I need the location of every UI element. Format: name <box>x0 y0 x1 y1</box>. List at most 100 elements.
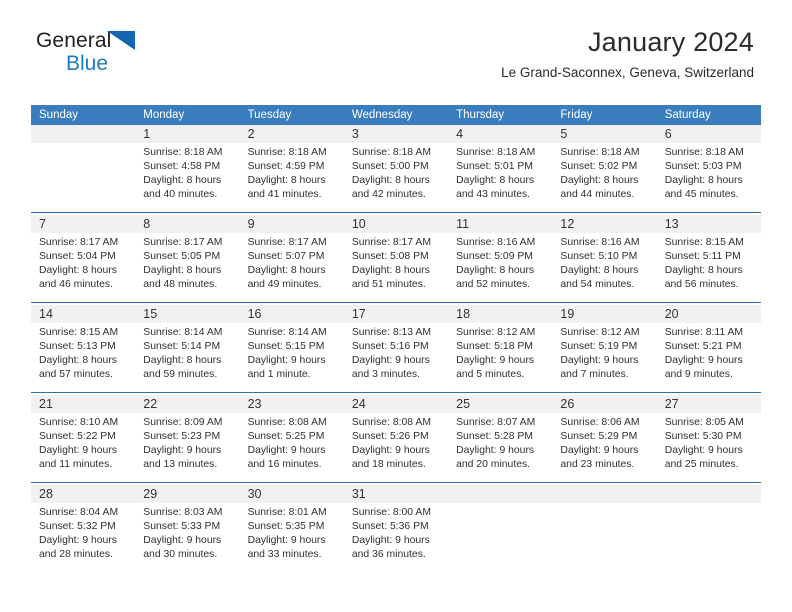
day-cell[interactable]: Sunrise: 8:16 AM Sunset: 5:09 PM Daylight:… <box>448 232 553 303</box>
day-number[interactable]: 19 <box>552 304 657 323</box>
day-sunrise-text: Sunrise: 8:14 AM <box>143 326 223 338</box>
day-number[interactable]: 5 <box>552 125 657 143</box>
day-daylight-text: Daylight: 8 hours <box>143 354 222 366</box>
day-cell[interactable]: Sunrise: 8:08 AM Sunset: 5:25 PM Daylight:… <box>239 412 344 483</box>
day-number-empty <box>552 484 657 503</box>
day-number[interactable]: 4 <box>448 125 553 143</box>
day-sunset-text: Sunset: 5:32 PM <box>39 520 116 532</box>
day-sunrise-text: Sunrise: 8:00 AM <box>351 506 431 518</box>
day-cell[interactable]: Sunrise: 8:17 AM Sunset: 5:07 PM Daylight:… <box>239 232 344 303</box>
day-cell[interactable]: Sunrise: 8:18 AM Sunset: 4:59 PM Daylight:… <box>239 143 344 213</box>
day-cell[interactable]: Sunrise: 8:05 AM Sunset: 5:30 PM Daylight:… <box>656 412 761 483</box>
day-number[interactable]: 1 <box>135 125 240 143</box>
day-number[interactable]: 18 <box>448 304 553 323</box>
day-daylight-text: and 44 minutes. <box>560 189 635 201</box>
logo-text-blue: Blue <box>66 52 109 75</box>
day-number[interactable]: 14 <box>31 304 136 323</box>
day-daylight-text: Daylight: 8 hours <box>351 175 430 187</box>
day-number-row: 7 8 9 10 11 12 13 <box>31 214 761 233</box>
day-sunrise-text: Sunrise: 8:17 AM <box>39 236 119 248</box>
day-cell[interactable]: Sunrise: 8:14 AM Sunset: 5:15 PM Daylight:… <box>239 322 344 393</box>
day-cell[interactable]: Sunrise: 8:18 AM Sunset: 5:01 PM Daylight:… <box>448 143 553 213</box>
day-daylight-text: Daylight: 8 hours <box>143 175 222 187</box>
day-cell[interactable]: Sunrise: 8:07 AM Sunset: 5:28 PM Daylight:… <box>448 412 553 483</box>
day-number[interactable]: 26 <box>552 394 657 413</box>
day-number[interactable]: 31 <box>343 484 449 503</box>
day-number[interactable]: 2 <box>239 125 344 143</box>
day-number[interactable]: 3 <box>343 125 449 143</box>
day-sunset-text: Sunset: 5:19 PM <box>560 340 638 352</box>
day-cell[interactable]: Sunrise: 8:17 AM Sunset: 5:08 PM Daylight:… <box>343 232 449 303</box>
day-number[interactable]: 24 <box>343 394 449 413</box>
day-sunrise-text: Sunrise: 8:08 AM <box>351 416 431 428</box>
day-cell[interactable]: Sunrise: 8:06 AM Sunset: 5:29 PM Daylight:… <box>552 412 657 483</box>
day-cell[interactable]: Sunrise: 8:00 AM Sunset: 5:36 PM Daylight:… <box>343 502 449 572</box>
day-cell[interactable]: Sunrise: 8:15 AM Sunset: 5:11 PM Daylight:… <box>656 232 761 303</box>
day-number[interactable]: 21 <box>31 394 136 413</box>
day-cell[interactable]: Sunrise: 8:10 AM Sunset: 5:22 PM Daylight:… <box>31 412 136 483</box>
day-detail-row: Sunrise: 8:04 AM Sunset: 5:32 PM Daylight:… <box>31 502 761 572</box>
day-cell[interactable]: Sunrise: 8:15 AM Sunset: 5:13 PM Daylight:… <box>31 322 136 393</box>
day-number[interactable]: 10 <box>343 214 449 233</box>
day-cell[interactable]: Sunrise: 8:12 AM Sunset: 5:18 PM Daylight:… <box>448 322 553 393</box>
day-daylight-text: and 48 minutes. <box>143 279 218 291</box>
day-number[interactable]: 22 <box>135 394 240 413</box>
day-daylight-text: and 23 minutes. <box>560 458 635 470</box>
day-number-row: 21 22 23 24 25 26 27 <box>31 394 761 413</box>
day-cell[interactable]: Sunrise: 8:09 AM Sunset: 5:23 PM Daylight:… <box>135 412 240 483</box>
day-sunset-text: Sunset: 5:13 PM <box>39 340 116 352</box>
day-detail-row: Sunrise: 8:18 AM Sunset: 4:58 PM Daylight:… <box>31 143 761 213</box>
day-cell[interactable]: Sunrise: 8:14 AM Sunset: 5:14 PM Daylight:… <box>135 322 240 393</box>
day-daylight-text: and 54 minutes. <box>560 279 635 291</box>
day-number[interactable]: 20 <box>656 304 761 323</box>
day-number[interactable]: 17 <box>343 304 449 323</box>
day-number-row: 28 29 30 31 <box>31 484 761 503</box>
day-cell[interactable]: Sunrise: 8:18 AM Sunset: 4:58 PM Daylight:… <box>135 143 240 213</box>
day-sunset-text: Sunset: 5:33 PM <box>143 520 221 532</box>
day-number-empty <box>31 125 136 143</box>
day-cell[interactable]: Sunrise: 8:13 AM Sunset: 5:16 PM Daylight:… <box>343 322 449 393</box>
day-number[interactable]: 8 <box>135 214 240 233</box>
day-number[interactable]: 30 <box>239 484 344 503</box>
day-number[interactable]: 23 <box>239 394 344 413</box>
day-number[interactable]: 15 <box>135 304 240 323</box>
day-number[interactable]: 28 <box>31 484 136 503</box>
day-cell[interactable]: Sunrise: 8:18 AM Sunset: 5:03 PM Daylight:… <box>656 143 761 213</box>
day-number[interactable]: 9 <box>239 214 344 233</box>
day-number[interactable]: 27 <box>656 394 761 413</box>
day-daylight-text: Daylight: 8 hours <box>143 265 222 277</box>
day-cell[interactable]: Sunrise: 8:12 AM Sunset: 5:19 PM Daylight:… <box>552 322 657 393</box>
day-cell[interactable]: Sunrise: 8:11 AM Sunset: 5:21 PM Daylight:… <box>656 322 761 393</box>
day-cell[interactable]: Sunrise: 8:04 AM Sunset: 5:32 PM Daylight:… <box>31 502 136 572</box>
day-number[interactable]: 12 <box>552 214 657 233</box>
day-sunrise-text: Sunrise: 8:17 AM <box>143 236 223 248</box>
day-number[interactable]: 7 <box>31 214 136 233</box>
day-number[interactable]: 25 <box>448 394 553 413</box>
day-cell[interactable]: Sunrise: 8:08 AM Sunset: 5:26 PM Daylight:… <box>343 412 449 483</box>
day-number[interactable]: 13 <box>656 214 761 233</box>
day-number[interactable]: 11 <box>448 214 553 233</box>
day-cell[interactable]: Sunrise: 8:03 AM Sunset: 5:33 PM Daylight:… <box>135 502 240 572</box>
day-number[interactable]: 6 <box>656 125 761 143</box>
title-block: January 2024 Le Grand-Saconnex, Geneva, … <box>501 26 754 81</box>
day-cell[interactable]: Sunrise: 8:18 AM Sunset: 5:02 PM Daylight:… <box>552 143 657 213</box>
day-daylight-text: and 41 minutes. <box>247 189 322 201</box>
day-cell[interactable]: Sunrise: 8:01 AM Sunset: 5:35 PM Daylight:… <box>239 502 344 572</box>
day-cell[interactable]: Sunrise: 8:17 AM Sunset: 5:04 PM Daylight:… <box>31 232 136 303</box>
day-sunset-text: Sunset: 4:58 PM <box>143 161 221 173</box>
day-cell[interactable]: Sunrise: 8:18 AM Sunset: 5:00 PM Daylight:… <box>343 143 449 213</box>
day-cell-empty <box>656 502 761 572</box>
day-daylight-text: Daylight: 8 hours <box>560 175 639 187</box>
day-daylight-text: and 5 minutes. <box>456 369 525 381</box>
day-cell[interactable]: Sunrise: 8:17 AM Sunset: 5:05 PM Daylight:… <box>135 232 240 303</box>
day-daylight-text: and 1 minute. <box>247 369 311 381</box>
page-subtitle: Le Grand-Saconnex, Geneva, Switzerland <box>501 65 754 80</box>
day-number[interactable]: 29 <box>135 484 240 503</box>
day-daylight-text: Daylight: 8 hours <box>664 175 743 187</box>
day-sunset-text: Sunset: 5:02 PM <box>560 161 638 173</box>
day-daylight-text: Daylight: 9 hours <box>143 444 222 456</box>
day-daylight-text: and 51 minutes. <box>351 279 426 291</box>
day-cell[interactable]: Sunrise: 8:16 AM Sunset: 5:10 PM Daylight:… <box>552 232 657 303</box>
day-number[interactable]: 16 <box>239 304 344 323</box>
day-sunrise-text: Sunrise: 8:18 AM <box>351 147 431 158</box>
